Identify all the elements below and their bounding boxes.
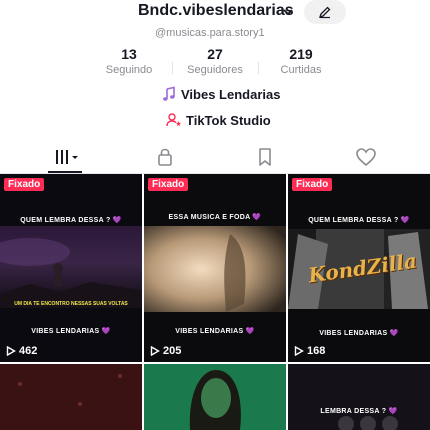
stat-followers[interactable]: 27 Seguidores bbox=[175, 46, 255, 76]
video-thumbnail[interactable]: Fixado QUEM LEMBRA DESSA ? 💜 KondZilla V… bbox=[288, 174, 430, 362]
video-caption-bottom: VIBES LENDARIAS 💜 bbox=[319, 330, 399, 337]
video-6-image bbox=[288, 364, 430, 430]
video-thumbnail[interactable]: Fixado QUEM LEMBRA DESSA ? 💜 UM DIA TE E… bbox=[0, 174, 142, 362]
playlist-label: Vibes Lendarias bbox=[181, 86, 281, 102]
lock-icon bbox=[158, 148, 172, 166]
view-count-value: 462 bbox=[19, 345, 38, 357]
stat-likes[interactable]: 219 Curtidas bbox=[261, 46, 341, 76]
profile-handle: @musicas.para.story1 bbox=[155, 27, 265, 39]
stat-label: Seguidores bbox=[187, 64, 243, 76]
profile-username[interactable]: Bndc.vibeslendarias bbox=[138, 2, 294, 20]
stat-label: Seguindo bbox=[105, 64, 153, 76]
video-thumbnail[interactable]: Fixado ESSA MUSICA E FODA 💜 VIBES LENDAR… bbox=[144, 174, 286, 362]
active-tab-indicator bbox=[48, 171, 82, 173]
video-caption-lyric: UM DIA TE ENCONTRO NESSAS SUAS VOLTAS bbox=[14, 301, 128, 307]
tab-private[interactable] bbox=[150, 146, 180, 168]
view-count-value: 205 bbox=[163, 345, 182, 357]
bookmark-icon bbox=[259, 148, 271, 166]
studio-label: TikTok Studio bbox=[186, 112, 271, 128]
tab-liked[interactable] bbox=[351, 146, 381, 168]
video-grid: Fixado QUEM LEMBRA DESSA ? 💜 UM DIA TE E… bbox=[0, 174, 430, 430]
profile-header: Bndc.vibeslendarias bbox=[0, 0, 430, 26]
videos-grid-icon bbox=[56, 150, 78, 164]
pinned-badge: Fixado bbox=[292, 178, 333, 191]
tab-saved[interactable] bbox=[250, 146, 280, 168]
video-thumbnail[interactable]: LEMBRA DESSA ? 💜 bbox=[288, 364, 430, 430]
video-caption-top: QUEM LEMBRA DESSA ? 💜 bbox=[308, 217, 410, 224]
stat-value: 219 bbox=[289, 46, 313, 62]
stat-label: Curtidas bbox=[280, 64, 322, 76]
video-caption-top: QUEM LEMBRA DESSA ? 💜 bbox=[20, 217, 122, 224]
stat-value: 13 bbox=[121, 46, 137, 62]
video-thumbnail[interactable] bbox=[144, 364, 286, 430]
music-note-icon bbox=[161, 86, 177, 102]
pinned-badge: Fixado bbox=[4, 178, 45, 191]
play-icon bbox=[294, 346, 304, 356]
pinned-badge: Fixado bbox=[148, 178, 189, 191]
tab-videos[interactable] bbox=[52, 146, 82, 168]
view-count: 205 bbox=[150, 345, 181, 357]
video-thumbnail[interactable] bbox=[0, 364, 142, 430]
video-5-image bbox=[144, 364, 286, 430]
view-count: 462 bbox=[6, 345, 37, 357]
profile-stats: 13 Seguindo 27 Seguidores 219 Curtidas bbox=[0, 46, 430, 80]
video-caption-top: LEMBRA DESSA ? 💜 bbox=[320, 408, 398, 415]
chevron-down-icon[interactable] bbox=[282, 5, 294, 17]
video-caption-bottom: VIBES LENDARIAS 💜 bbox=[31, 328, 111, 335]
view-count-value: 168 bbox=[307, 345, 326, 357]
view-count: 168 bbox=[294, 345, 325, 357]
stat-divider bbox=[172, 62, 173, 74]
heart-icon bbox=[356, 148, 376, 167]
tiktok-studio-link[interactable]: TikTok Studio bbox=[166, 112, 271, 128]
stat-value: 27 bbox=[207, 46, 223, 62]
stat-divider bbox=[258, 62, 259, 74]
video-caption-top: ESSA MUSICA E FODA 💜 bbox=[168, 214, 262, 221]
play-icon bbox=[150, 346, 160, 356]
profile-tabs bbox=[0, 140, 430, 174]
video-4-image bbox=[0, 364, 142, 430]
pencil-icon bbox=[318, 6, 331, 19]
stat-following[interactable]: 13 Seguindo bbox=[89, 46, 169, 76]
video-caption-bottom: VIBES LENDARIAS 💜 bbox=[175, 328, 255, 335]
play-icon bbox=[6, 346, 16, 356]
edit-profile-button[interactable] bbox=[304, 0, 346, 24]
playlist-link[interactable]: Vibes Lendarias bbox=[161, 86, 280, 102]
user-star-icon bbox=[166, 112, 182, 128]
